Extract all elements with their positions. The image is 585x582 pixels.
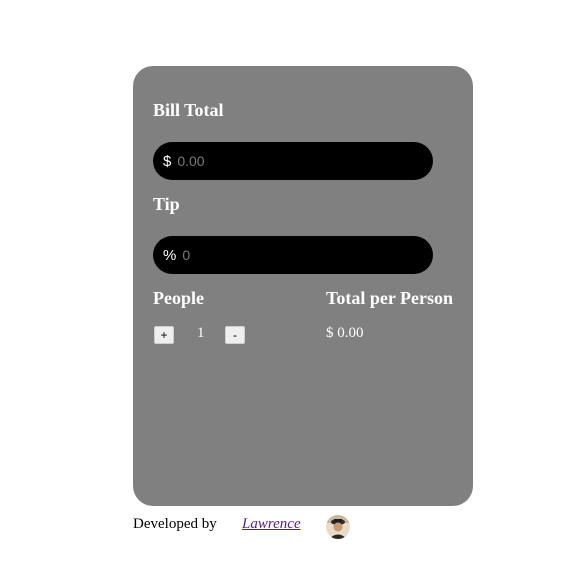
bill-total-field[interactable]: $ bbox=[153, 142, 433, 180]
developed-by-text: Developed by bbox=[133, 516, 217, 532]
total-per-person-value: $ 0.00 bbox=[326, 325, 364, 341]
increment-people-button[interactable]: + bbox=[154, 326, 174, 344]
tip-label: Tip bbox=[153, 194, 180, 214]
dollar-prefix: $ bbox=[163, 152, 172, 170]
people-label: People bbox=[153, 288, 204, 308]
decrement-people-button[interactable]: - bbox=[225, 326, 245, 344]
tip-input[interactable] bbox=[182, 247, 403, 263]
tip-calculator-card: Bill Total $ Tip % People Total per Pers… bbox=[133, 66, 473, 506]
developer-link[interactable]: Lawrence bbox=[242, 516, 301, 533]
percent-prefix: % bbox=[163, 246, 177, 264]
people-count: 1 bbox=[197, 325, 205, 341]
tip-field[interactable]: % bbox=[153, 236, 433, 274]
avatar-photo-icon bbox=[326, 515, 350, 539]
user-avatar-icon[interactable] bbox=[326, 515, 350, 539]
bill-total-label: Bill Total bbox=[153, 100, 224, 120]
bill-total-input[interactable] bbox=[177, 153, 398, 169]
total-per-person-label: Total per Person bbox=[326, 288, 454, 308]
